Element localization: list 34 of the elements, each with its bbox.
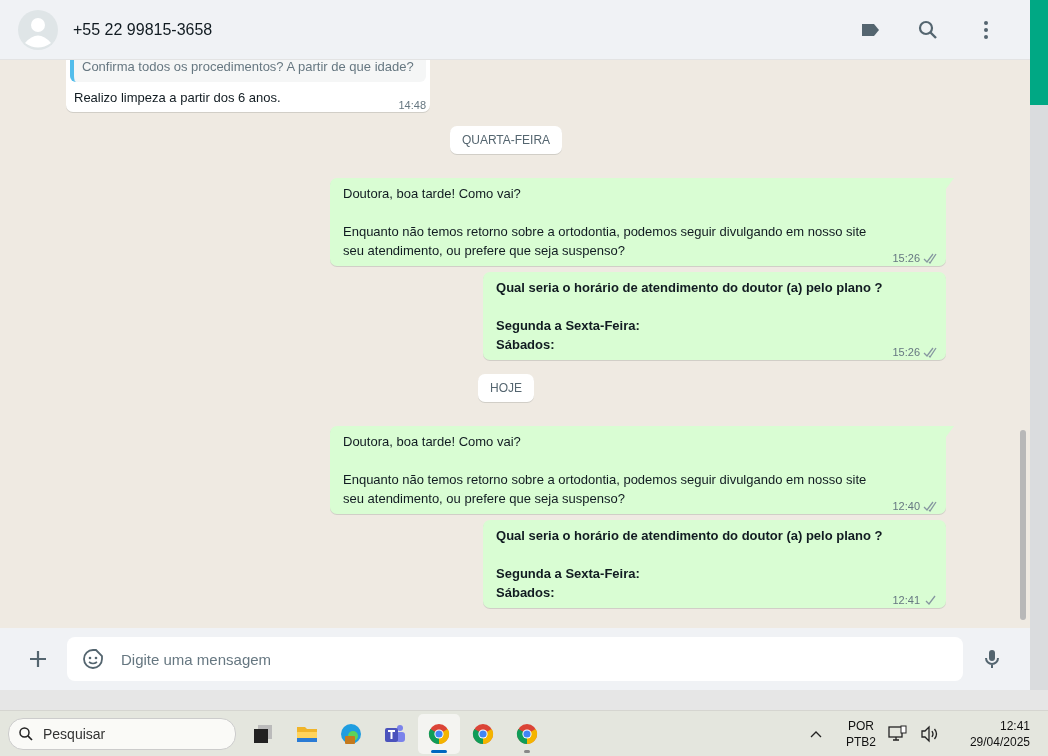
message-input-field[interactable]: Digite uma mensagem bbox=[119, 649, 949, 669]
message-time: 15:26 bbox=[892, 252, 920, 264]
message-text: Doutora, boa tarde! Como vai? Enquanto não temos retorno sobre a ortodontia, podemos seguir divulgando em nosso site seu atendimento, ou prefere que seja suspenso? bbox=[343, 185, 868, 260]
keyboard-layout: PTB2 bbox=[845, 733, 876, 750]
language-code: POR bbox=[847, 717, 874, 734]
message-text: Qual seria o horário de atendimento do doutor (a) pelo plano ? Segunda a Sexta-Feira: Sábados: bbox=[496, 527, 883, 602]
message-time: 15:26 bbox=[892, 346, 920, 358]
clock-date: 29/04/2025 bbox=[969, 733, 1030, 750]
message-time: 12:40 bbox=[892, 500, 920, 512]
search-icon bbox=[17, 724, 35, 743]
speaker-icon[interactable] bbox=[919, 724, 940, 743]
message-time: 14:48 bbox=[398, 99, 426, 111]
clock-time: 12:41 bbox=[999, 717, 1030, 734]
message-text: Qual seria o horário de atendimento do doutor (a) pelo plano ? Segunda a Sexta-Feira: Sábados: bbox=[496, 279, 883, 354]
taskbar-search-field[interactable]: Pesquisar bbox=[41, 724, 195, 743]
taskbar-search-box[interactable]: Pesquisar bbox=[8, 717, 236, 750]
quoted-message[interactable]: Confirma todos os procedimentos? A partir de que idade? bbox=[70, 60, 426, 82]
date-chip: HOJE bbox=[478, 374, 534, 402]
message-time: 12:41 bbox=[892, 594, 920, 606]
browser-icon bbox=[427, 721, 451, 746]
message-input-box[interactable]: Digite uma mensagem bbox=[67, 637, 963, 681]
message-text: Doutora, boa tarde! Como vai? Enquanto não temos retorno sobre a ortodontia, podemos seguir divulgando em nosso site seu atendimento, ou prefere que seja suspenso? bbox=[343, 433, 868, 508]
contact-name[interactable]: +55 22 99815-3658 bbox=[73, 20, 213, 39]
message-text: Realizo limpeza a partir dos 6 anos. bbox=[74, 89, 282, 107]
sticker-icon[interactable] bbox=[81, 647, 105, 671]
edge-icon bbox=[339, 721, 363, 746]
taskbar-clock[interactable]: 12:41 29/04/2025 bbox=[969, 717, 1030, 750]
network-icon[interactable] bbox=[887, 724, 908, 743]
chevron-up-icon[interactable] bbox=[809, 729, 822, 738]
language-indicator[interactable]: POR PTB2 bbox=[845, 717, 876, 750]
browser-icon bbox=[471, 721, 495, 746]
date-chip: QUARTA-FEIRA bbox=[449, 126, 563, 154]
quoted-text: Confirma todos os procedimentos? A partir de que idade? bbox=[82, 60, 414, 74]
browser-icon bbox=[515, 721, 539, 746]
